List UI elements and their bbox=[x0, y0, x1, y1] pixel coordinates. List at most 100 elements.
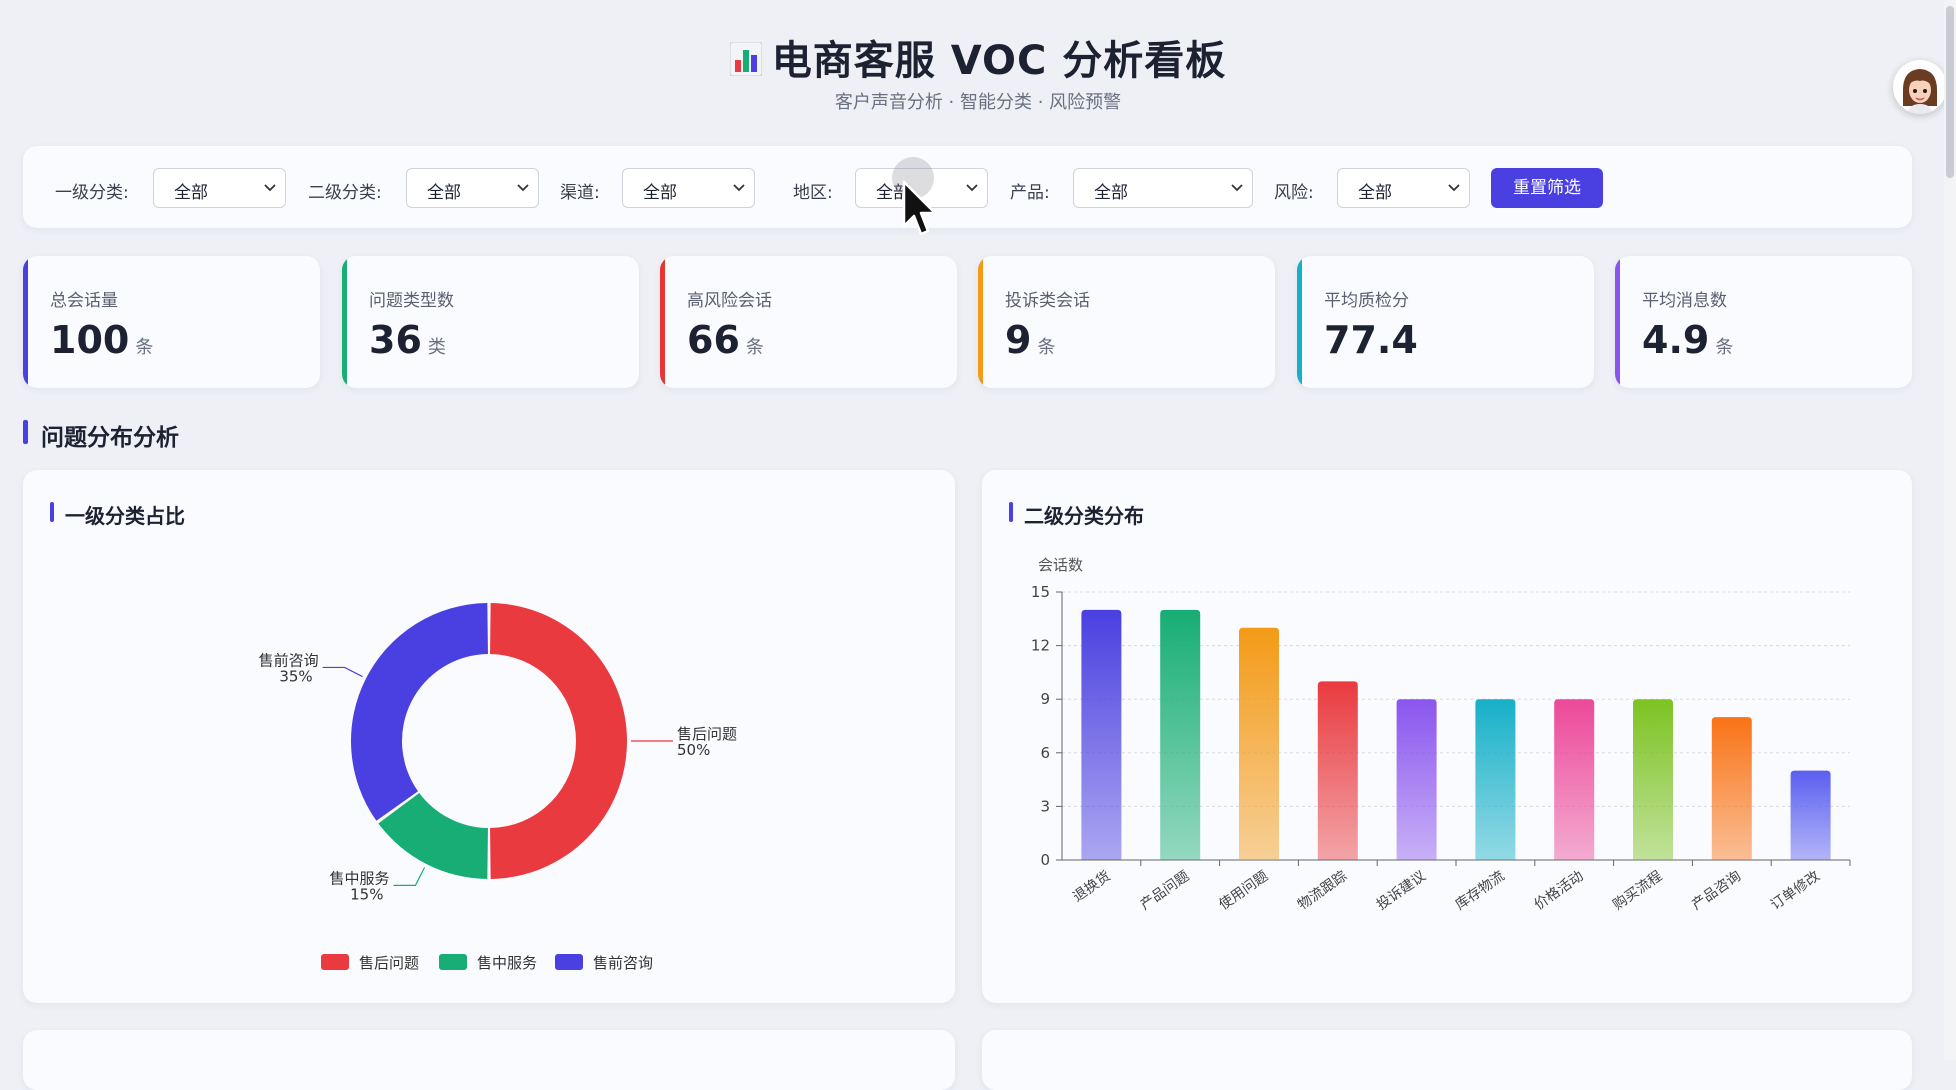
filter-channel-select[interactable]: 全部 bbox=[622, 168, 755, 208]
kpi-unit: 条 bbox=[745, 337, 764, 358]
bar bbox=[1475, 699, 1516, 860]
kpi-unit: 条 bbox=[1715, 337, 1734, 358]
pie-leader-line bbox=[393, 867, 426, 886]
x-tick-label: 价格活动 bbox=[1531, 868, 1586, 913]
kpi-accent-bar bbox=[1615, 256, 1620, 388]
bar-chart-panel: 二级分类分布 会话数 0 3 6 9 12 15 退换货 产品问题 使用问题 物流跟踪 投诉建议 库存物… bbox=[982, 470, 1912, 1003]
y-tick-label: 0 bbox=[1040, 851, 1050, 869]
x-tick-label: 订单修改 bbox=[1768, 868, 1823, 913]
filter-label-region: 地区: bbox=[793, 183, 833, 203]
kpi-label: 投诉类会话 bbox=[1005, 291, 1090, 311]
x-tick-label: 库存物流 bbox=[1453, 868, 1508, 913]
kpi-value: 4.9 条 bbox=[1642, 318, 1734, 362]
page-subtitle: 客户声音分析 · 智能分类 · 风险预警 bbox=[834, 92, 1122, 113]
filter-category1-select[interactable]: 全部 bbox=[153, 168, 286, 208]
kpi-label: 平均消息数 bbox=[1642, 291, 1727, 311]
y-tick-label: 15 bbox=[1031, 583, 1050, 601]
x-tick-label: 产品问题 bbox=[1137, 868, 1192, 913]
kpi-label: 问题类型数 bbox=[369, 291, 454, 311]
bar bbox=[1554, 699, 1595, 860]
filter-label-channel: 渠道: bbox=[560, 183, 600, 203]
bar-chart-icon bbox=[729, 40, 763, 86]
kpi-card-issue-types: 问题类型数 36 类 bbox=[342, 256, 639, 388]
scrollbar-thumb[interactable] bbox=[1946, 6, 1954, 178]
kpi-accent-bar bbox=[23, 256, 28, 388]
user-avatar[interactable] bbox=[1893, 60, 1947, 114]
x-tick-label: 投诉建议 bbox=[1374, 868, 1429, 913]
reset-filter-button[interactable]: 重置筛选 bbox=[1491, 168, 1603, 208]
kpi-label: 平均质检分 bbox=[1324, 291, 1409, 311]
pie-percent-label: 15% bbox=[350, 885, 383, 903]
x-tick-label: 购买流程 bbox=[1610, 868, 1665, 913]
legend-swatch bbox=[555, 954, 583, 970]
filter-label-product: 产品: bbox=[1010, 183, 1050, 203]
y-tick-label: 9 bbox=[1040, 690, 1050, 708]
filter-product-select[interactable]: 全部 bbox=[1073, 168, 1253, 208]
pie-leader-line bbox=[322, 666, 363, 678]
chart-panel-partial bbox=[982, 1030, 1912, 1090]
x-tick-label: 物流跟踪 bbox=[1295, 868, 1350, 913]
kpi-label: 高风险会话 bbox=[687, 291, 772, 311]
bar bbox=[1317, 681, 1358, 860]
bar bbox=[1239, 627, 1279, 860]
kpi-value: 77.4 bbox=[1324, 318, 1418, 362]
bar bbox=[1711, 717, 1752, 860]
x-tick-label: 产品咨询 bbox=[1689, 868, 1744, 913]
kpi-value: 66 条 bbox=[687, 318, 764, 362]
filter-risk-select[interactable]: 全部 bbox=[1337, 168, 1470, 208]
kpi-accent-bar bbox=[1297, 256, 1302, 388]
chevron-down-icon bbox=[1448, 184, 1460, 192]
pie-slice bbox=[490, 603, 627, 879]
pie-percent-label: 50% bbox=[677, 741, 710, 759]
donut-chart: 售后问题50%售中服务15%售前咨询35%售后问题 售中服务 售前咨询 bbox=[259, 603, 737, 972]
kpi-accent-bar bbox=[660, 256, 665, 388]
bar bbox=[1081, 609, 1122, 860]
chevron-down-icon bbox=[1231, 184, 1243, 192]
filter-bar: 一级分类: 全部 二级分类: 全部 渠道: 全部 地区: 全部 产品: 全部 风… bbox=[23, 146, 1912, 228]
kpi-accent-bar bbox=[342, 256, 347, 388]
filter-category2-select[interactable]: 全部 bbox=[406, 168, 539, 208]
chevron-down-icon bbox=[733, 184, 745, 192]
filter-label-risk: 风险: bbox=[1274, 183, 1314, 203]
kpi-card-total-sessions: 总会话量 100 条 bbox=[23, 256, 320, 388]
legend-label: 售后问题 bbox=[359, 954, 419, 972]
chart-panel-partial bbox=[23, 1030, 955, 1090]
kpi-card-avg-quality: 平均质检分 77.4 bbox=[1297, 256, 1594, 388]
kpi-card-complaints: 投诉类会话 9条 bbox=[978, 256, 1275, 388]
x-tick-label: 使用问题 bbox=[1216, 867, 1272, 913]
kpi-value: 9条 bbox=[1005, 318, 1056, 362]
legend-swatch bbox=[439, 954, 467, 970]
bar-chart: 会话数 0 3 6 9 12 15 退换货 产品问题 使用问题 物流跟踪 投诉建议 库存物流 价格活动 购买… bbox=[1031, 556, 1851, 913]
bar bbox=[1633, 699, 1673, 860]
mouse-cursor-icon bbox=[900, 180, 940, 240]
kpi-card-high-risk: 高风险会话 66 条 bbox=[660, 256, 957, 388]
bar bbox=[1160, 609, 1201, 860]
y-tick-label: 12 bbox=[1031, 637, 1050, 655]
chevron-down-icon bbox=[966, 184, 978, 192]
bar bbox=[1396, 699, 1437, 860]
pie-percent-label: 35% bbox=[279, 667, 312, 685]
legend-swatch bbox=[321, 954, 349, 970]
filter-label-category1: 一级分类: bbox=[55, 183, 129, 203]
kpi-card-avg-messages: 平均消息数 4.9 条 bbox=[1615, 256, 1912, 388]
kpi-value: 100 条 bbox=[50, 318, 154, 362]
kpi-unit: 条 bbox=[1037, 337, 1056, 358]
chevron-down-icon bbox=[264, 184, 276, 192]
kpi-value: 36 类 bbox=[369, 318, 446, 362]
kpi-accent-bar bbox=[978, 256, 983, 388]
filter-label-category2: 二级分类: bbox=[308, 183, 382, 203]
pie-slice bbox=[351, 603, 488, 821]
bar bbox=[1790, 770, 1831, 860]
pie-chart-panel: 一级分类占比 售后问题 50% 售中服务 15% 售前咨询 35% 售后问题 售中服务 售前咨询 bbox=[23, 470, 955, 1003]
y-axis-label: 会话数 bbox=[1038, 556, 1083, 574]
page-title: 电商客服 VOC 分析看板 bbox=[0, 28, 1956, 86]
y-tick-label: 6 bbox=[1040, 744, 1050, 762]
page-title-text: 电商客服 VOC 分析看板 bbox=[771, 38, 1227, 84]
y-tick-label: 3 bbox=[1040, 797, 1050, 815]
kpi-unit: 条 bbox=[135, 337, 154, 358]
x-tick-label: 退换货 bbox=[1070, 867, 1114, 905]
legend-label: 售中服务 bbox=[477, 954, 537, 972]
chevron-down-icon bbox=[517, 184, 529, 192]
kpi-unit: 类 bbox=[427, 337, 446, 358]
legend-label: 售前咨询 bbox=[593, 954, 653, 972]
